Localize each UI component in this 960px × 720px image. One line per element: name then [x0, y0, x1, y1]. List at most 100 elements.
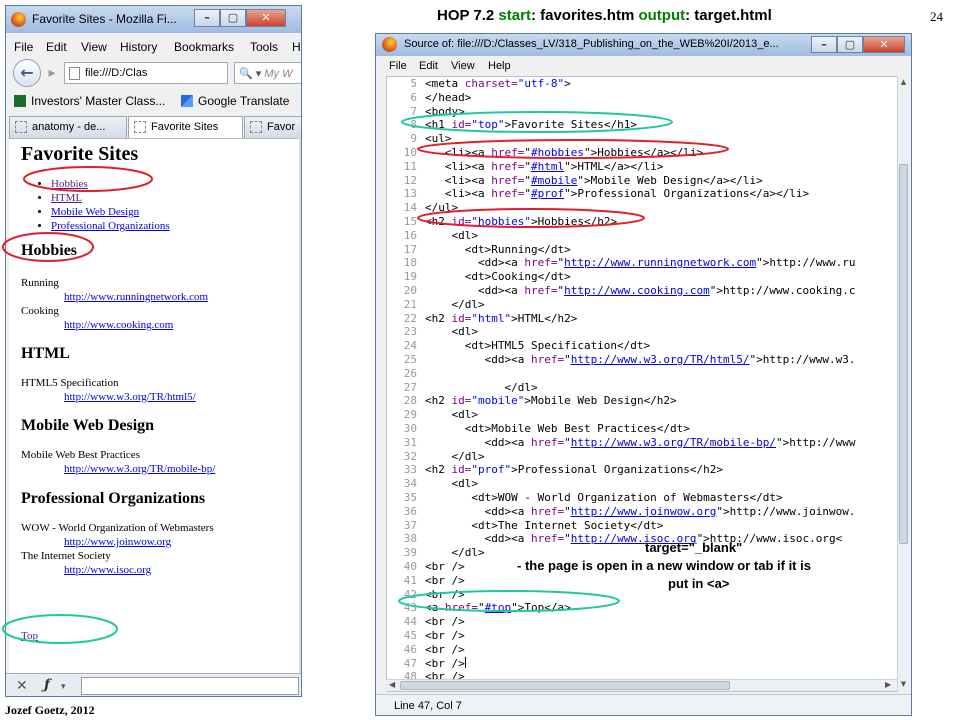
link-cooking[interactable]: http://www.cooking.com: [64, 319, 173, 331]
code-token: <dl>: [425, 325, 478, 339]
chevron-down-icon[interactable]: ▾: [61, 682, 66, 692]
code-link[interactable]: #html: [531, 160, 564, 173]
bookmark-item[interactable]: Google Translate: [181, 94, 289, 108]
source-menubar: File Edit View Help: [376, 58, 911, 76]
scroll-left-icon[interactable]: ◀: [389, 680, 395, 689]
link-mobile-bp[interactable]: http://www.w3.org/TR/mobile-bp/: [64, 463, 215, 475]
menu-help[interactable]: Help: [488, 60, 511, 72]
title-output-keyword: output: [638, 7, 686, 24]
menu-file[interactable]: File: [14, 40, 33, 54]
line-number: 21: [403, 297, 417, 311]
code-token: <h2: [425, 311, 452, 325]
menu-help[interactable]: H: [292, 40, 301, 54]
menu-history[interactable]: History: [120, 40, 157, 54]
maximize-button[interactable]: ▢: [837, 36, 863, 53]
code-link[interactable]: http://www.joinwow.org: [571, 505, 717, 518]
code-token: ": [478, 601, 485, 615]
address-bar[interactable]: file:///D:/Clas: [64, 62, 228, 84]
source-line: 20 <dd><a href="http://www.cooking.com">…: [387, 284, 897, 298]
tab-favor[interactable]: Favor: [244, 116, 301, 138]
line-number: 40: [403, 560, 417, 573]
close-button[interactable]: ✕: [246, 9, 286, 27]
source-code-view[interactable]: 5 <meta charset="utf-8"> 6 </head> 7 <body> 8 <…: [386, 76, 898, 692]
source-titlebar: Source of: file:///D:/Classes_LV/318_Pub…: [376, 34, 911, 56]
tab-label: Favorite Sites: [151, 121, 219, 133]
code-token: <dt>WOW - World Organization of Webmaste…: [425, 491, 783, 504]
forward-arrow-icon[interactable]: ▸: [42, 63, 62, 83]
line-number: 26: [403, 366, 417, 380]
code-token: <dt>HTML5 Specification</dt>: [425, 339, 651, 353]
line-number: 38: [403, 532, 417, 546]
term-wow: WOW - World Organization of Webmasters: [21, 522, 214, 534]
firefox-logo-icon: [11, 12, 26, 27]
bookmark-item[interactable]: Investors' Master Class...: [14, 94, 165, 108]
vertical-scrollbar[interactable]: ▲ ▼: [897, 76, 909, 692]
browser-window-controls: – ▢ ✕: [194, 9, 286, 27]
link-isoc[interactable]: http://www.isoc.org: [64, 564, 151, 576]
menu-bookmarks[interactable]: Bookmarks: [174, 40, 234, 54]
code-link[interactable]: http://www.cooking.com: [564, 284, 710, 297]
link-wow[interactable]: http://www.joinwow.org: [64, 536, 171, 548]
link-top[interactable]: Top: [21, 630, 38, 642]
source-line: 30 <dt>Mobile Web Best Practices</dt>: [387, 422, 897, 436]
minimize-button[interactable]: –: [811, 36, 837, 53]
link-running[interactable]: http://www.runningnetwork.com: [64, 291, 208, 303]
close-button[interactable]: ✕: [863, 36, 905, 53]
addon-input[interactable]: [81, 677, 299, 695]
link-prof[interactable]: Professional Organizations: [51, 220, 170, 232]
menu-file[interactable]: File: [389, 60, 407, 72]
menu-tools[interactable]: Tools: [250, 40, 278, 54]
scrollbar-thumb[interactable]: [400, 681, 730, 690]
code-token: id=: [451, 118, 472, 132]
code-token: </dl>: [425, 449, 485, 463]
tab-anatomy[interactable]: anatomy - de...: [9, 116, 127, 138]
source-line: 14 </ul>: [387, 201, 897, 215]
source-line: 10 <li><a href="#hobbies">Hobbies</a></l…: [387, 146, 897, 160]
tab-favorite-sites[interactable]: Favorite Sites: [128, 116, 243, 138]
code-token: <dl>: [425, 477, 478, 491]
back-arrow-icon[interactable]: ←: [13, 59, 41, 87]
line-number: 11: [403, 159, 417, 173]
link-html5[interactable]: http://www.w3.org/TR/html5/: [64, 391, 196, 403]
code-link[interactable]: #prof: [531, 187, 564, 200]
line-number: 15: [403, 215, 417, 228]
menu-edit[interactable]: Edit: [46, 40, 67, 54]
link-hobbies[interactable]: Hobbies: [51, 178, 88, 190]
line-number: 7: [410, 104, 417, 118]
minimize-button[interactable]: –: [194, 9, 220, 27]
scroll-up-icon[interactable]: ▲: [898, 78, 909, 86]
maximize-button[interactable]: ▢: [220, 9, 246, 27]
scrollbar-thumb[interactable]: [899, 164, 908, 544]
link-html[interactable]: HTML: [51, 192, 82, 204]
code-token: <dd><a: [425, 435, 531, 449]
function-icon[interactable]: ƒ: [44, 677, 50, 693]
page-scrollbar[interactable]: [299, 138, 301, 673]
menu-view[interactable]: View: [451, 60, 475, 72]
code-token: ">http://www.cooking.c: [709, 284, 856, 297]
code-link[interactable]: #hobbies: [531, 146, 584, 159]
menu-edit[interactable]: Edit: [419, 60, 438, 72]
source-line: 7 <body>: [387, 104, 897, 119]
horizontal-scrollbar[interactable]: ◀ ▶: [386, 679, 897, 691]
code-link[interactable]: http://www.runningnetwork.com: [564, 256, 756, 269]
scroll-down-icon[interactable]: ▼: [898, 680, 909, 688]
browser-navbar: ← ▸ file:///D:/Clas 🔍 ▾ My W: [6, 58, 301, 88]
search-box[interactable]: 🔍 ▾ My W: [234, 62, 301, 84]
link-mobile[interactable]: Mobile Web Design: [51, 206, 139, 218]
code-link[interactable]: #mobile: [531, 174, 577, 187]
firefox-logo-icon: [382, 37, 397, 52]
code-token: <dd><a: [425, 532, 531, 546]
menu-view[interactable]: View: [81, 40, 107, 54]
code-link[interactable]: #top: [485, 601, 512, 614]
tab-label: anatomy - de...: [32, 121, 106, 133]
list-item: HTML: [51, 191, 170, 205]
code-token: charset=: [464, 77, 518, 90]
close-icon[interactable]: ✕: [16, 678, 28, 694]
scroll-right-icon[interactable]: ▶: [885, 680, 891, 689]
code-link[interactable]: http://www.w3.org/TR/html5/: [571, 353, 750, 366]
source-line: 9 <ul>: [387, 132, 897, 146]
code-link[interactable]: http://www.w3.org/TR/mobile-bp/: [571, 436, 776, 449]
code-token: ": [524, 146, 531, 159]
annotation-target-blank: target="_blank": [645, 540, 743, 555]
code-token: href=: [530, 353, 565, 366]
